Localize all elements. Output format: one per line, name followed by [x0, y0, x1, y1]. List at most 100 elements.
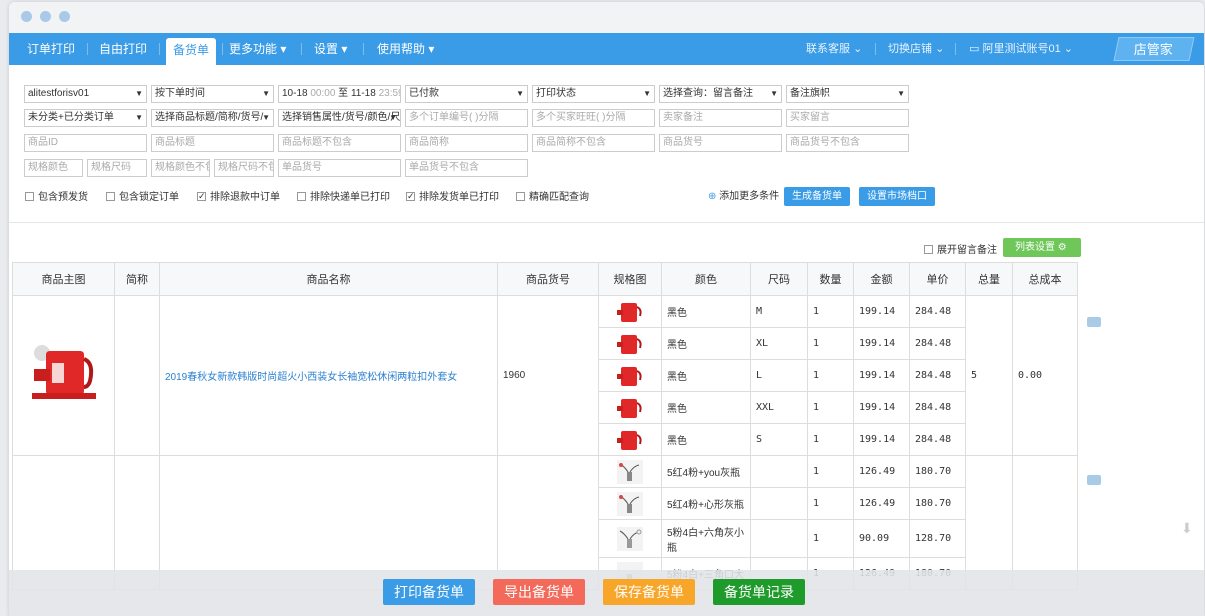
table-row[interactable]: 5红4粉+you灰瓶 1 126.49 180.70: [12, 455, 1078, 590]
nav-switch-store[interactable]: 切换店铺 ⌄: [888, 33, 944, 65]
nav-order-print[interactable]: 订单打印: [27, 33, 75, 65]
flower-vase-thumb-image[interactable]: [617, 459, 643, 484]
checkbox-box[interactable]: [516, 192, 525, 201]
save-stock-list-button[interactable]: 保存备货单: [603, 579, 695, 605]
add-more-conditions-link[interactable]: ⊕ 添加更多条件: [708, 191, 779, 203]
chat-message-icon[interactable]: [1087, 475, 1101, 485]
col-unit-price[interactable]: 单价: [909, 262, 966, 296]
item-number-input[interactable]: 单品货号: [278, 159, 401, 177]
bottom-action-bar: 打印备货单 导出备货单 保存备货单 备货单记录: [9, 570, 1204, 616]
item-number-exclude-input[interactable]: 单品货号不包含: [405, 159, 528, 177]
nav-more-functions[interactable]: 更多功能 ▾: [229, 33, 286, 65]
checkbox-exclude-refunding[interactable]: 排除退款中订单: [197, 190, 280, 204]
nav-stock-list[interactable]: 备货单: [166, 38, 216, 65]
dropdown-arrow-icon: ▼: [135, 113, 143, 122]
spec-color-exclude-input[interactable]: 规格颜色不包: [151, 159, 210, 177]
chevron-down-icon: ▾: [341, 42, 348, 56]
spec-color-input[interactable]: 规格颜色: [24, 159, 83, 177]
checkbox-exact-match[interactable]: 精确匹配查询: [516, 192, 589, 204]
col-amount[interactable]: 金额: [853, 262, 910, 296]
date-range-input[interactable]: 10-18 00:00 至 11-18 23:59: [278, 85, 401, 103]
col-product-name[interactable]: 商品名称: [159, 262, 498, 296]
color-cell: 黑色: [661, 359, 751, 392]
buyer-message-input[interactable]: 买家留言: [786, 109, 909, 127]
generate-stock-list-button[interactable]: 生成备货单: [784, 187, 850, 206]
short-name-input[interactable]: 商品简称: [405, 134, 528, 152]
col-color[interactable]: 颜色: [661, 262, 751, 296]
sku-exclude-input[interactable]: 商品货号不包含: [786, 134, 909, 152]
kettle-product-image[interactable]: [31, 343, 96, 405]
col-sku-number[interactable]: 商品货号: [497, 262, 599, 296]
chat-message-icon[interactable]: [1087, 317, 1101, 327]
window-minimize-dot[interactable]: [40, 11, 51, 22]
checkbox-include-presale[interactable]: 包含预发货: [25, 192, 88, 204]
col-main-image[interactable]: 商品主图: [12, 262, 115, 296]
remark-flag-select[interactable]: 备注旗帜 ▼: [786, 85, 909, 103]
size-cell: M: [750, 295, 808, 328]
amount-cell: 126.49: [853, 487, 910, 520]
checkbox-box[interactable]: [106, 192, 115, 201]
window-maximize-dot[interactable]: [59, 11, 70, 22]
checkbox-box[interactable]: [406, 190, 415, 202]
flower-vase-thumb-image[interactable]: [617, 491, 643, 516]
checkbox-exclude-express-printed[interactable]: 排除快递单已打印: [297, 192, 390, 204]
product-name-link[interactable]: 2019春秋女新款韩版时尚超火小西装女长袖宽松休闲两粒扣外套女: [165, 372, 457, 383]
title-exclude-input[interactable]: 商品标题不包含: [278, 134, 401, 152]
column-settings-button[interactable]: 列表设置 ⚙: [1003, 238, 1081, 257]
nav-help[interactable]: 使用帮助 ▾: [377, 33, 434, 65]
kettle-thumb-image[interactable]: [617, 300, 643, 324]
spec-size-exclude-input[interactable]: 规格尺码不包: [214, 159, 274, 177]
flower-vase-thumb-image[interactable]: [617, 526, 643, 551]
col-size[interactable]: 尺码: [750, 262, 808, 296]
spec-image-cell: [598, 423, 662, 456]
nav-free-print[interactable]: 自由打印: [99, 33, 147, 65]
buyer-wangwang-input[interactable]: 多个买家旺旺( )分隔: [532, 109, 655, 127]
spec-size-input[interactable]: 规格尺码: [87, 159, 147, 177]
kettle-thumb-image[interactable]: [617, 332, 643, 356]
nav-settings[interactable]: 设置 ▾: [314, 33, 347, 65]
checkbox-box[interactable]: [297, 192, 306, 201]
print-stock-list-button[interactable]: 打印备货单: [383, 579, 475, 605]
query-type-select[interactable]: 选择查询：留言备注 ▼: [659, 85, 782, 103]
color-cell: 5红4粉+心形灰瓶: [661, 487, 751, 520]
short-name-exclude-input[interactable]: 商品简称不包含: [532, 134, 655, 152]
col-quantity[interactable]: 数量: [807, 262, 854, 296]
window-close-dot[interactable]: [21, 11, 32, 22]
product-id-input[interactable]: 商品ID: [24, 134, 147, 152]
spec-image-cell: [598, 391, 662, 424]
table-row[interactable]: 2019春秋女新款韩版时尚超火小西装女长袖宽松休闲两粒扣外套女 1960 黑色 …: [12, 295, 1078, 456]
checkbox-box[interactable]: [197, 190, 206, 202]
col-total-qty[interactable]: 总量: [965, 262, 1013, 296]
time-type-select[interactable]: 按下单时间 ▼: [151, 85, 274, 103]
sku-number-input[interactable]: 商品货号: [659, 134, 782, 152]
export-stock-list-button[interactable]: 导出备货单: [493, 579, 585, 605]
store-select[interactable]: alitestforisv01 ▼: [24, 85, 147, 103]
checkbox-include-locked[interactable]: 包含锁定订单: [106, 192, 179, 204]
category-select[interactable]: 未分类+已分类订单 ▼: [24, 109, 147, 127]
col-spec-image[interactable]: 规格图: [598, 262, 662, 296]
set-market-stall-button[interactable]: 设置市场档口: [859, 187, 935, 206]
kettle-thumb-image[interactable]: [617, 428, 643, 452]
spec-image-cell: [598, 295, 662, 328]
stock-list-records-button[interactable]: 备货单记录: [713, 579, 805, 605]
nav-customer-service[interactable]: 联系客服 ⌄: [806, 33, 862, 65]
product-field-select[interactable]: 选择商品标题/简称/货号/▼: [151, 109, 274, 127]
amount-cell: 199.14: [853, 327, 910, 360]
kettle-thumb-image[interactable]: [617, 364, 643, 388]
pay-status-select[interactable]: 已付款 ▼: [405, 85, 528, 103]
order-number-input[interactable]: 多个订单编号( )分隔: [405, 109, 528, 127]
seller-remark-input[interactable]: 卖家备注: [659, 109, 782, 127]
checkbox-box[interactable]: [25, 192, 34, 201]
kettle-thumb-image[interactable]: [617, 396, 643, 420]
checkbox-exclude-invoice-printed[interactable]: 排除发货单已打印: [406, 190, 499, 204]
col-short-name[interactable]: 简称: [114, 262, 160, 296]
download-arrow-icon[interactable]: ⬇: [1181, 520, 1193, 537]
product-title-input[interactable]: 商品标题: [151, 134, 274, 152]
checkbox-box[interactable]: [924, 245, 933, 254]
nav-account[interactable]: ▭ 阿里测试账号01 ⌄: [969, 33, 1073, 65]
total-cost-cell: 0.00: [1012, 295, 1078, 456]
print-status-select[interactable]: 打印状态 ▼: [532, 85, 655, 103]
sale-attr-select[interactable]: 选择销售属性/货号/颜色/尺 ▼: [278, 109, 401, 127]
expand-remark-toggle[interactable]: 展开留言备注: [924, 245, 997, 257]
col-total-cost[interactable]: 总成本: [1012, 262, 1078, 296]
